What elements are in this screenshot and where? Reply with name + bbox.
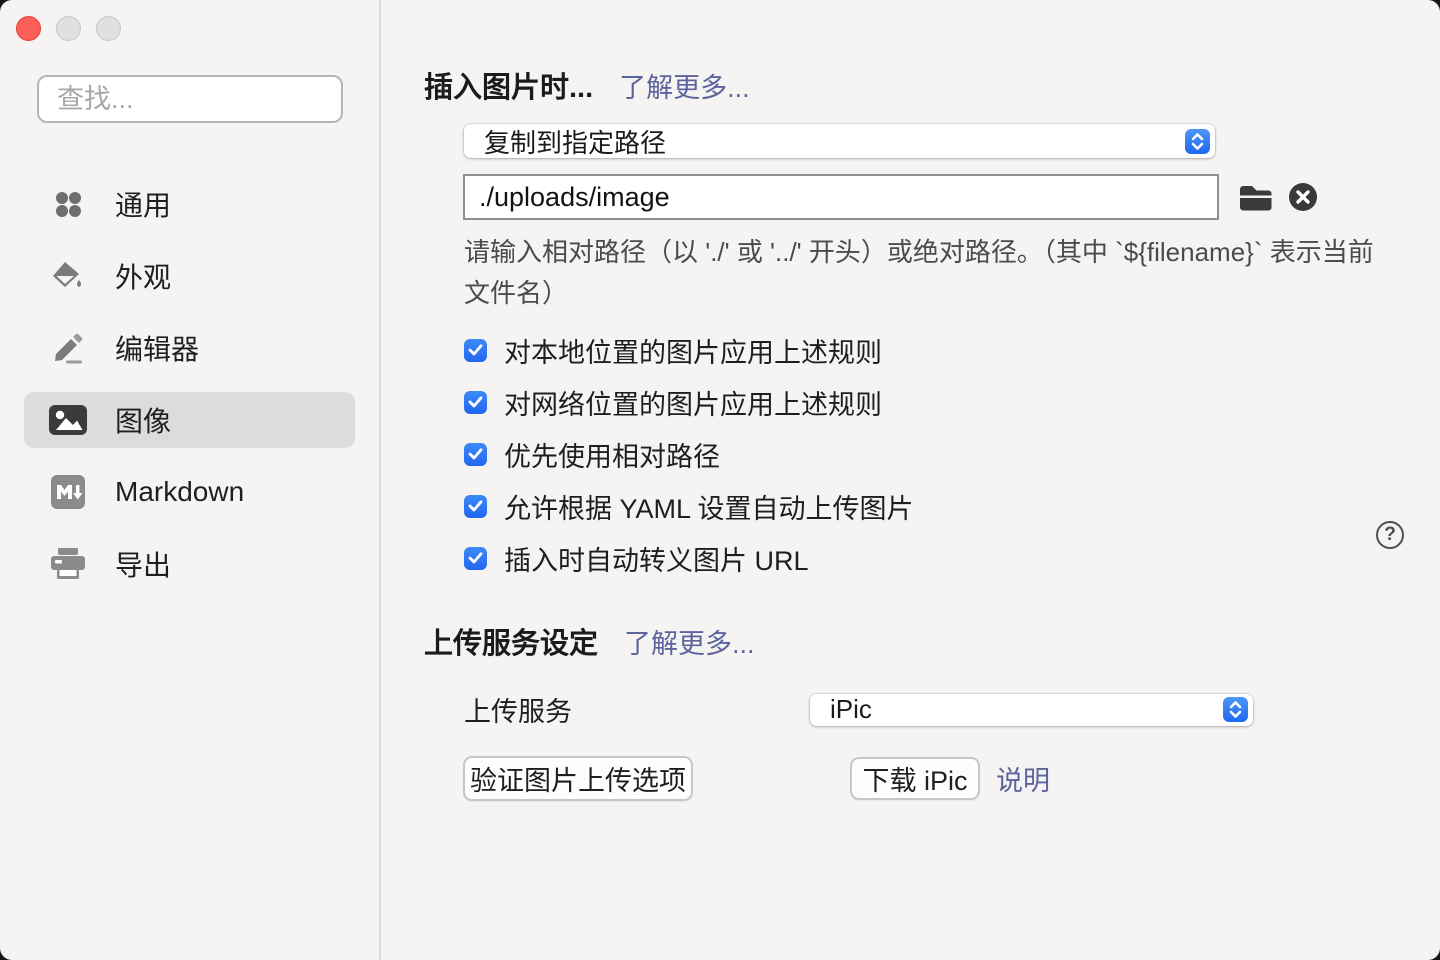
grid-dots-icon	[48, 188, 88, 220]
checkbox-row-escape-url: 插入时自动转义图片 URL	[464, 532, 1440, 584]
sidebar-item-label: Markdown	[115, 476, 244, 508]
sidebar-nav: 通用 外观 编辑器	[0, 176, 379, 592]
pencil-icon	[48, 332, 88, 364]
minimize-button[interactable]	[56, 16, 81, 41]
sidebar: 通用 外观 编辑器	[0, 0, 381, 960]
insert-action-select-value: 复制到指定路径	[484, 123, 666, 160]
checkbox-row-local-rule: 对本地位置的图片应用上述规则	[464, 324, 1440, 376]
markdown-icon	[48, 475, 88, 509]
sidebar-item-export[interactable]: 导出	[24, 536, 355, 592]
sidebar-item-label: 编辑器	[115, 328, 199, 368]
upload-service-label: 上传服务	[424, 690, 810, 729]
sidebar-item-markdown[interactable]: Markdown	[24, 464, 355, 520]
checkbox-label: 允许根据 YAML 设置自动上传图片	[504, 487, 914, 526]
insert-action-select[interactable]: 复制到指定路径	[464, 124, 1215, 158]
sidebar-item-appearance[interactable]: 外观	[24, 248, 355, 304]
checkbox-label: 对本地位置的图片应用上述规则	[504, 331, 882, 370]
chevron-up-down-icon	[1223, 697, 1248, 722]
upload-service-section-title: 上传服务设定	[424, 620, 598, 662]
preferences-window: 通用 外观 编辑器	[0, 0, 1440, 960]
checkbox-row-relative-path: 优先使用相对路径	[464, 428, 1440, 480]
sidebar-item-image[interactable]: 图像	[24, 392, 355, 448]
checkbox-checked-icon[interactable]	[464, 391, 487, 414]
docs-link[interactable]: 说明	[996, 759, 1050, 798]
folder-icon[interactable]	[1238, 183, 1273, 212]
help-icon[interactable]: ?	[1376, 521, 1404, 549]
zoom-button[interactable]	[96, 16, 121, 41]
checkbox-row-yaml-upload: 允许根据 YAML 设置自动上传图片	[464, 480, 1440, 532]
close-button[interactable]	[16, 16, 41, 41]
chevron-up-down-icon	[1185, 129, 1210, 154]
sidebar-item-label: 外观	[115, 256, 171, 296]
validate-upload-button[interactable]: 验证图片上传选项	[463, 756, 693, 801]
insert-image-section-title: 插入图片时...	[424, 64, 593, 106]
clear-path-icon[interactable]	[1288, 182, 1318, 212]
learn-more-link-upload[interactable]: 了解更多...	[624, 622, 755, 661]
sidebar-item-label: 图像	[115, 400, 171, 440]
checkbox-label: 对网络位置的图片应用上述规则	[504, 383, 882, 422]
upload-service-select[interactable]: iPic	[810, 694, 1253, 726]
sidebar-item-label: 通用	[115, 184, 171, 224]
sidebar-item-general[interactable]: 通用	[24, 176, 355, 232]
printer-icon	[48, 548, 88, 580]
upload-service-select-value: iPic	[830, 694, 872, 725]
image-icon	[48, 405, 88, 435]
checkbox-label: 优先使用相对路径	[504, 435, 720, 474]
checkbox-row-network-rule: 对网络位置的图片应用上述规则	[464, 376, 1440, 428]
checkbox-checked-icon[interactable]	[464, 443, 487, 466]
sidebar-item-editor[interactable]: 编辑器	[24, 320, 355, 376]
path-hint-text: 请输入相对路径（以 './' 或 '../' 开头）或绝对路径。（其中 `${f…	[464, 232, 1379, 314]
sidebar-item-label: 导出	[115, 544, 171, 584]
checkbox-checked-icon[interactable]	[464, 339, 487, 362]
checkbox-label: 插入时自动转义图片 URL	[504, 539, 809, 578]
paint-bucket-icon	[48, 260, 88, 292]
search-input[interactable]	[37, 75, 343, 123]
image-settings-pane: 插入图片时... 了解更多... 复制到指定路径	[381, 0, 1440, 960]
checkbox-checked-icon[interactable]	[464, 495, 487, 518]
download-ipic-button[interactable]: 下载 iPic	[850, 757, 980, 800]
learn-more-link-insert[interactable]: 了解更多...	[619, 66, 750, 105]
checkbox-checked-icon[interactable]	[464, 547, 487, 570]
image-rule-checkboxes: 对本地位置的图片应用上述规则 对网络位置的图片应用上述规则 优先使用相对路径 允…	[464, 324, 1440, 584]
image-path-input[interactable]	[463, 174, 1219, 220]
traffic-lights	[0, 0, 379, 41]
